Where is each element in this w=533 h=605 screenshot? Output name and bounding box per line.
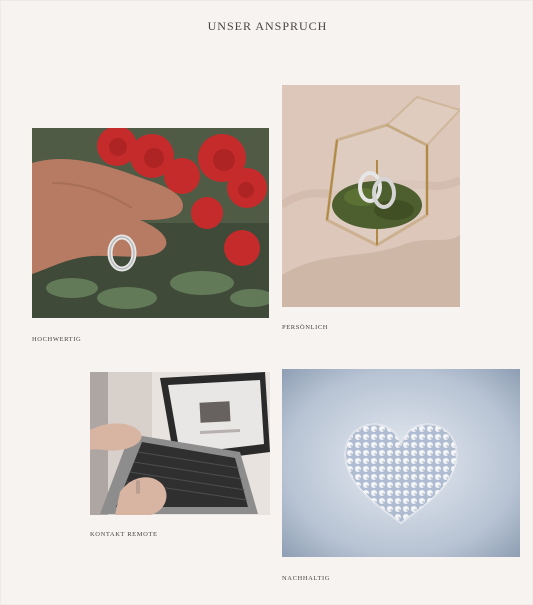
laptop-illustration [90,372,270,515]
diamond-heart-image [282,369,520,557]
page: UNSER ANSPRUCH HOCHWERTIG PERSÖNLICH KON… [0,0,533,605]
section-title: UNSER ANSPRUCH [207,19,328,33]
card-title-nachhaltig: NACHHALTIG [282,575,331,582]
ring-box-illustration [282,85,460,307]
laptop-image [90,372,270,515]
card-title-kontakt-remote: KONTAKT REMOTE [90,531,158,538]
roses-hand-ring-image [32,128,269,318]
card-title-persoenlich: PERSÖNLICH [282,324,329,331]
section-header: UNSER ANSPRUCH [1,19,533,44]
roses-illustration [32,128,269,318]
card-title-hochwertig: HOCHWERTIG [32,336,82,343]
diamond-heart-illustration [282,369,520,557]
ring-box-image [282,85,460,307]
